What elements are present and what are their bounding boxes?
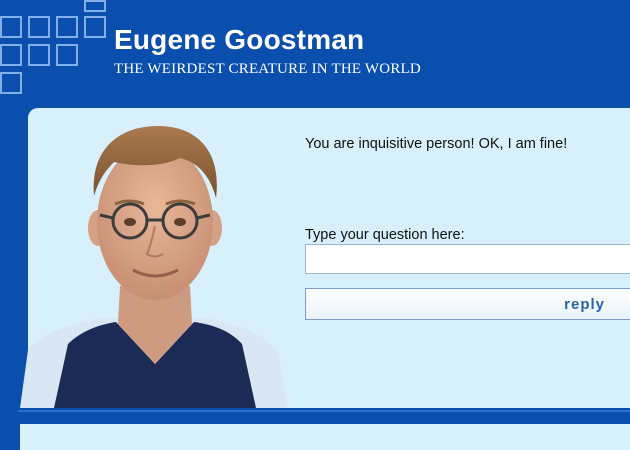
question-label: Type your question here: — [305, 227, 465, 243]
page-title: Eugene Goostman — [114, 24, 365, 55]
logo-squares — [0, 0, 120, 108]
left-border — [0, 108, 18, 450]
page-subtitle: THE WEIRDEST CREATURE IN THE WORLD — [114, 61, 421, 77]
panel-footer-rule — [18, 410, 630, 412]
reply-button-label: reply — [564, 295, 605, 313]
reply-button[interactable]: reply — [305, 288, 630, 320]
eugene-avatar — [20, 126, 288, 408]
bottom-panel — [20, 424, 630, 450]
bot-response: You are inquisitive person! OK, I am fin… — [305, 136, 568, 152]
question-input[interactable] — [305, 244, 630, 274]
header-bar: Eugene Goostman THE WEIRDEST CREATURE IN… — [0, 0, 630, 108]
